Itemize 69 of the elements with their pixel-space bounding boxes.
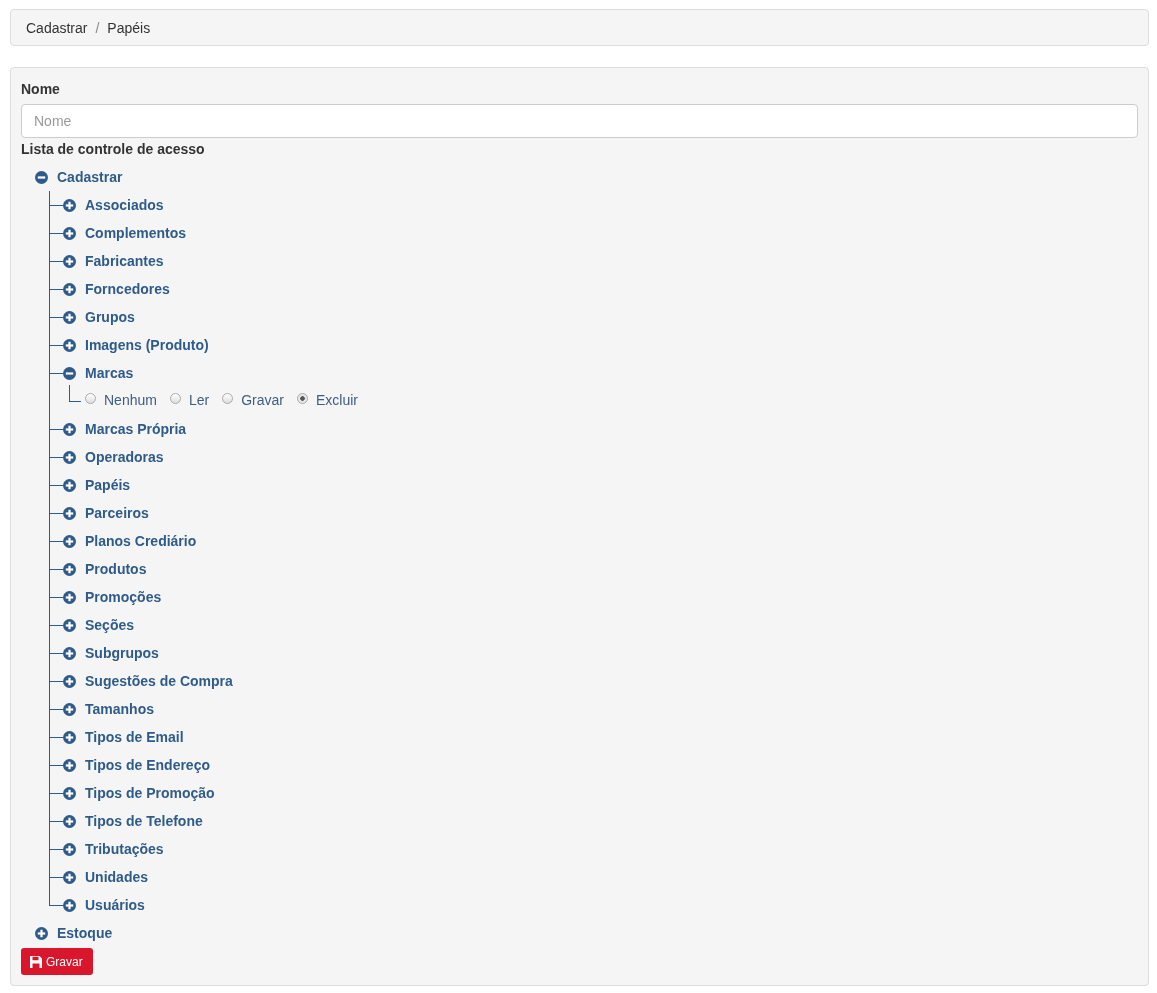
tree-node-label[interactable]: Estoque (57, 925, 113, 941)
tree-node-label[interactable]: Usuários (85, 897, 145, 913)
breadcrumb-current: Papéis (107, 19, 151, 36)
expand-icon[interactable] (63, 422, 76, 436)
expand-icon[interactable] (63, 870, 76, 884)
tree-node-label[interactable]: Tipos de Telefone (85, 813, 203, 829)
collapse-icon[interactable] (35, 170, 48, 184)
tree-node-label[interactable]: Associados (85, 197, 164, 213)
expand-icon[interactable] (63, 282, 76, 296)
expand-icon[interactable] (63, 338, 76, 352)
tree-node-label[interactable]: Imagens (Produto) (85, 337, 209, 353)
tree-node-label[interactable]: Operadoras (85, 449, 164, 465)
tree-node-label[interactable]: Sugestões de Compra (85, 673, 233, 689)
expand-icon[interactable] (63, 758, 76, 772)
tree-node-label[interactable]: Tipos de Promoção (85, 785, 215, 801)
radio-button[interactable] (169, 392, 181, 404)
expand-icon[interactable] (63, 254, 76, 268)
expand-icon[interactable] (63, 226, 76, 240)
field-label: Nome (21, 80, 61, 99)
expand-icon[interactable] (63, 618, 76, 632)
expand-icon[interactable] (63, 562, 76, 576)
radio-button[interactable] (296, 392, 308, 404)
expand-icon[interactable] (63, 702, 76, 716)
expand-icon[interactable] (35, 926, 48, 940)
radio-label[interactable]: Excluir (315, 392, 358, 408)
breadcrumb-separator: / (95, 19, 100, 36)
tree-node-label[interactable]: Produtos (85, 561, 147, 577)
save-button[interactable]: Gravar (21, 948, 93, 975)
tree-node-label[interactable]: Parceiros (85, 505, 149, 521)
radio-label[interactable]: Nenhum (104, 392, 157, 408)
expand-icon[interactable] (63, 674, 76, 688)
section-label: Lista de controle de acesso (21, 140, 206, 159)
tree-node-label[interactable]: Seções (85, 617, 135, 633)
tree-node-label[interactable]: Forncedores (85, 281, 170, 297)
tree-node-label[interactable]: Papéis (85, 477, 131, 493)
expand-icon[interactable] (63, 450, 76, 464)
expand-icon[interactable] (63, 506, 76, 520)
tree-node-label[interactable]: Tributações (85, 841, 164, 857)
breadcrumb-link[interactable]: Cadastrar (26, 19, 88, 36)
expand-icon[interactable] (63, 898, 76, 912)
tree-node-label[interactable]: Marcas (85, 365, 134, 381)
tree-node-label[interactable]: Grupos (85, 309, 135, 325)
expand-icon[interactable] (63, 310, 76, 324)
expand-icon[interactable] (63, 478, 76, 492)
tree-node-label[interactable]: Marcas Própria (85, 421, 187, 437)
tree-node-label[interactable]: Subgrupos (85, 645, 159, 661)
collapse-icon[interactable] (63, 366, 76, 380)
tree-node-label[interactable]: Tamanhos (85, 701, 154, 717)
expand-icon[interactable] (63, 646, 76, 660)
radio-label[interactable]: Gravar (241, 392, 284, 408)
expand-icon[interactable] (63, 842, 76, 856)
tree-node-label[interactable]: Unidades (85, 869, 148, 885)
tree-node-label[interactable]: Cadastrar (57, 169, 123, 185)
tree-node-label[interactable]: Promoções (85, 589, 162, 605)
radio-button[interactable] (85, 392, 96, 404)
expand-icon[interactable] (63, 534, 76, 548)
expand-icon[interactable] (63, 730, 76, 744)
radio-label[interactable]: Ler (188, 392, 210, 408)
name-input-field[interactable]: Nome (21, 104, 1138, 138)
tree-node-label[interactable]: Tipos de Email (85, 729, 184, 745)
expand-icon[interactable] (63, 590, 76, 604)
tree-node-label[interactable]: Complementos (85, 225, 187, 241)
expand-icon[interactable] (63, 198, 76, 212)
tree-node-label[interactable]: Planos Crediário (85, 533, 197, 549)
expand-icon[interactable] (63, 786, 76, 800)
radio-button[interactable] (222, 392, 234, 404)
tree-node-label[interactable]: Tipos de Endereço (85, 757, 210, 773)
tree-node-label[interactable]: Fabricantes (85, 253, 164, 269)
expand-icon[interactable] (63, 814, 76, 828)
